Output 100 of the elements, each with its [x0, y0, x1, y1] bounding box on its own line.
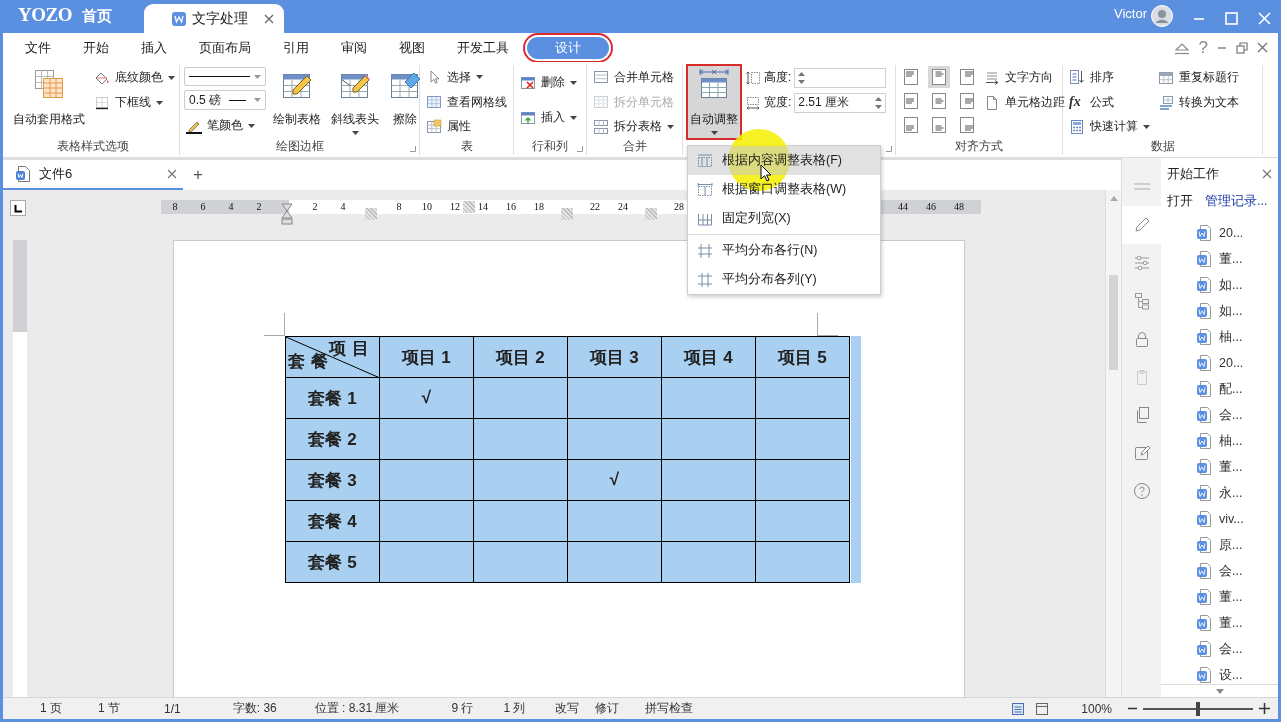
recent-file[interactable]: 20... — [1197, 220, 1278, 246]
ribbon-button[interactable]: 删除 — [518, 70, 579, 95]
recent-file[interactable]: viv... — [1197, 506, 1278, 532]
recent-file[interactable]: 董... — [1197, 454, 1278, 480]
close-icon — [1257, 42, 1268, 53]
ribbon-button[interactable]: 选择 — [424, 65, 509, 90]
menu-tab[interactable]: 审阅 — [325, 36, 383, 59]
ribbon-button[interactable]: 排序 — [1067, 65, 1152, 90]
fit-content-icon — [697, 152, 713, 169]
document-icon — [1197, 433, 1211, 449]
ribbon-button[interactable]: 插入 — [518, 105, 579, 130]
properties-icon — [426, 118, 442, 135]
ribbon-button[interactable]: 查看网格线 — [424, 89, 509, 115]
status-text: 位置 : 8.31 厘米 — [314, 700, 400, 717]
recent-file[interactable]: 原... — [1197, 532, 1278, 558]
group-label: 表格样式选项 — [56, 139, 129, 153]
recent-file[interactable]: 柚... — [1197, 428, 1278, 454]
zoom-level: 100% — [1081, 701, 1112, 716]
ribbon-button[interactable]: 文字方向 — [982, 65, 1067, 90]
line-style-dropdown[interactable] — [184, 67, 266, 86]
document-icon — [1197, 615, 1211, 631]
ribbon-button[interactable]: 自动调整 — [687, 65, 741, 139]
ribbon-button[interactable]: 属性 — [424, 114, 509, 139]
manage-link[interactable]: 管理记录... — [1205, 192, 1268, 210]
input-field[interactable]: 2.51 厘米 — [794, 92, 887, 113]
ribbon-button[interactable]: 下框线 — [92, 90, 177, 115]
ribbon-button[interactable]: 底纹颜色 — [92, 65, 177, 90]
document-icon — [1197, 355, 1211, 371]
menu-item[interactable]: 固定列宽(X) — [688, 204, 880, 233]
align-icon — [904, 69, 918, 85]
recent-file[interactable]: 如... — [1197, 272, 1278, 298]
recent-file[interactable]: 设... — [1197, 662, 1278, 684]
recent-file[interactable]: 董... — [1197, 246, 1278, 272]
menu-tab[interactable]: 文件 — [9, 36, 67, 59]
ribbon-button[interactable]: 转换为文本 — [1156, 90, 1241, 115]
line-width-dropdown[interactable]: 0.5 磅 — [184, 90, 266, 110]
ruler-number: 12 — [450, 201, 460, 212]
ribbon-button[interactable]: 斜线表头 — [328, 65, 382, 139]
new-tab-button[interactable]: + — [183, 160, 213, 190]
ribbon-button[interactable]: 重复标题行 — [1156, 65, 1241, 90]
ribbon-button[interactable]: 快速计算 — [1067, 114, 1152, 139]
page-icon — [984, 94, 1000, 111]
recent-file[interactable]: 会... — [1197, 558, 1278, 584]
document-icon — [1197, 303, 1211, 319]
border-bottom-icon — [94, 94, 110, 111]
ruler-number: 10 — [422, 201, 432, 212]
ribbon-button[interactable]: 单元格边距 — [982, 90, 1067, 115]
ruler-number: 28 — [674, 201, 684, 212]
ruler-number: 6 — [200, 201, 206, 212]
menu-tab[interactable]: 视图 — [383, 36, 441, 59]
recent-file[interactable]: 会... — [1197, 636, 1278, 662]
avatar-icon — [1151, 5, 1173, 27]
status-text: 字数: 36 — [232, 700, 277, 717]
status-text: 拼写检查 — [645, 700, 694, 717]
tab-stop-icon — [14, 205, 22, 213]
document-icon — [1197, 589, 1211, 605]
help-button[interactable]: ? — [1198, 37, 1208, 58]
recent-file[interactable]: 20... — [1197, 350, 1278, 376]
ribbon-button[interactable]: 笔颜色 — [184, 113, 266, 138]
menu-item[interactable]: 平均分布各行(N) — [688, 236, 880, 265]
app-tab[interactable]: 文字处理 — [143, 4, 284, 33]
input-field[interactable] — [794, 67, 887, 88]
recent-file[interactable]: 会... — [1197, 402, 1278, 428]
column-width-icon — [745, 94, 761, 111]
ribbon-button[interactable]: 绘制表格 — [270, 65, 324, 139]
menu-tab[interactable]: 插入 — [125, 36, 183, 59]
close-icon — [1262, 169, 1272, 179]
table-style-icon — [33, 68, 65, 100]
ruler-number: 18 — [534, 201, 544, 212]
ribbon-button[interactable]: 自动套用格式 — [10, 65, 88, 139]
menu-item[interactable]: 平均分布各列(Y) — [688, 265, 880, 294]
table-row-header: 套餐 2 — [285, 418, 380, 460]
ribbon-button[interactable]: 擦除 — [386, 65, 424, 139]
sort-icon — [1069, 69, 1085, 86]
recent-file[interactable]: 董... — [1197, 584, 1278, 610]
recent-file[interactable]: 董... — [1197, 610, 1278, 636]
distribute-rows-icon — [697, 242, 713, 259]
recent-file[interactable]: 柚... — [1197, 324, 1278, 350]
align-icon — [960, 93, 974, 109]
menu-tab[interactable]: 开发工具 — [441, 36, 525, 59]
menu-tab[interactable]: 页面布局 — [183, 36, 267, 59]
recent-file[interactable]: 永... — [1197, 480, 1278, 506]
ribbon-button[interactable]: 拆分表格 — [591, 114, 676, 139]
tab-stop-button[interactable] — [10, 200, 26, 216]
close-icon — [167, 169, 177, 179]
recent-file[interactable]: 如... — [1197, 298, 1278, 324]
row-height-icon — [745, 69, 761, 86]
sliders-icon — [1132, 254, 1151, 272]
distribute-columns-icon — [697, 271, 713, 288]
open-link[interactable]: 打开 — [1167, 192, 1193, 210]
ribbon-button[interactable]: 合并单元格 — [591, 65, 676, 90]
align-icon — [932, 117, 946, 133]
menu-tab[interactable]: 开始 — [67, 36, 125, 59]
align-button[interactable] — [928, 66, 950, 88]
menu-item[interactable]: 根据内容调整表格(F) — [688, 146, 880, 175]
menu-tab[interactable]: 引用 — [267, 36, 325, 59]
ruler-number: 8 — [396, 201, 402, 212]
recent-file[interactable]: 配... — [1197, 376, 1278, 402]
ruler-number: 46 — [926, 201, 936, 212]
ribbon-button[interactable]: fx 公式 — [1067, 89, 1152, 115]
